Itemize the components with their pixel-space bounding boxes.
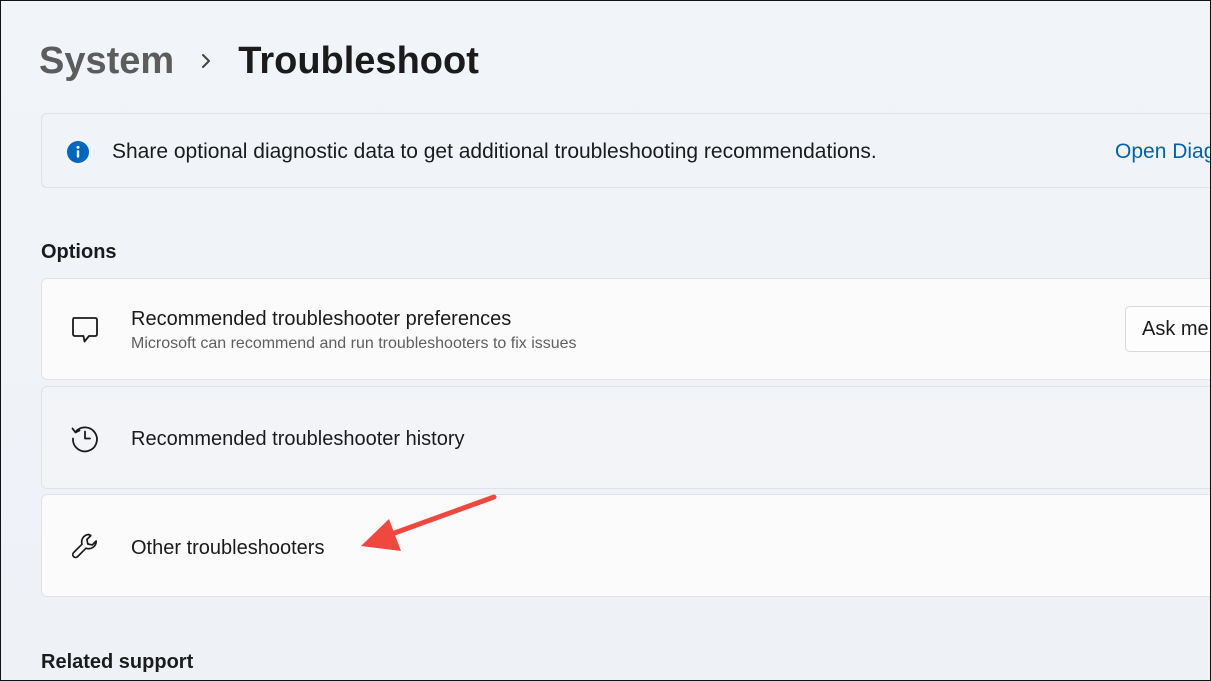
page-title: Troubleshoot (238, 39, 479, 82)
history-icon (69, 422, 101, 454)
chevron-right-icon (174, 52, 238, 70)
recommended-preferences-row[interactable]: Recommended troubleshooter preferences M… (41, 278, 1210, 380)
settings-window: System Troubleshoot Share optional diagn… (0, 0, 1211, 681)
row-title: Recommended troubleshooter preferences (131, 308, 512, 330)
banner-text: Share optional diagnostic data to get ad… (112, 140, 877, 163)
info-icon (67, 141, 89, 163)
open-diagnostic-data-link[interactable]: Open Diag (1115, 140, 1210, 164)
troubleshooter-history-row[interactable]: Recommended troubleshooter history (41, 386, 1210, 489)
row-subtitle: Microsoft can recommend and run troubles… (131, 335, 577, 352)
breadcrumb-system[interactable]: System (39, 40, 174, 83)
breadcrumb: System Troubleshoot (39, 37, 479, 85)
diagnostic-data-banner: Share optional diagnostic data to get ad… (41, 113, 1210, 188)
chat-bubble-icon (69, 314, 101, 346)
troubleshooter-preference-dropdown[interactable]: Ask me (1125, 306, 1210, 352)
row-title: Other troubleshooters (131, 537, 325, 559)
row-title: Recommended troubleshooter history (131, 428, 465, 450)
related-support-section-title: Related support (41, 651, 194, 673)
wrench-icon (69, 530, 101, 562)
other-troubleshooters-row[interactable]: Other troubleshooters (41, 494, 1210, 597)
options-section-title: Options (41, 241, 117, 263)
